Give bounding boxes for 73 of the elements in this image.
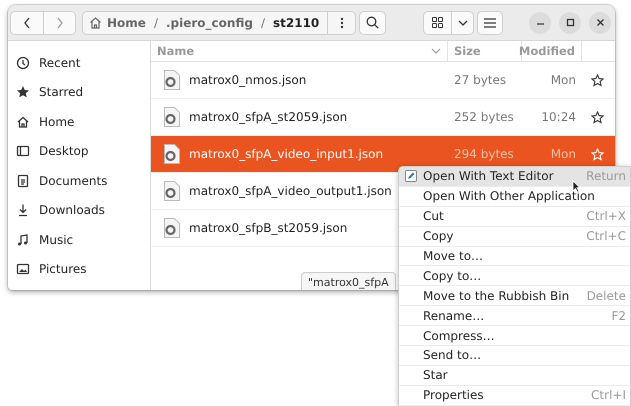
shortcut-label: Ctrl+I <box>591 388 626 402</box>
menu-item[interactable]: Compress… <box>399 326 630 346</box>
file-size: 27 bytes <box>454 73 506 87</box>
sidebar-item[interactable]: Home <box>8 107 150 136</box>
clock-icon <box>16 56 30 70</box>
shortcut-label: F2 <box>611 308 626 323</box>
file-modified: Mon <box>550 147 576 161</box>
picture-icon <box>16 262 30 276</box>
chevron-left-icon <box>23 16 31 28</box>
menu-item[interactable]: Open With Text Editor Return <box>399 167 630 187</box>
star-icon[interactable] <box>590 74 604 86</box>
grid-icon <box>432 17 443 28</box>
download-icon <box>16 203 30 218</box>
search-icon <box>366 16 379 29</box>
file-name: matrox0_nmos.json <box>189 73 306 87</box>
file-size: 294 bytes <box>454 147 514 161</box>
star-icon <box>16 85 30 100</box>
home-icon <box>89 16 102 29</box>
file-name: matrox0_sfpA_video_output1.json <box>189 184 392 198</box>
sidebar-item[interactable]: Recent <box>8 48 150 78</box>
menu-item[interactable]: Properties Ctrl+I <box>399 386 630 406</box>
grid-view-button[interactable] <box>423 10 452 34</box>
sidebar-item[interactable]: Desktop <box>8 136 150 166</box>
file-name: matrox0_sfpA_video_input1.json <box>189 147 384 161</box>
maximize-icon <box>566 18 574 27</box>
text-editor-icon <box>405 170 417 182</box>
file-row[interactable]: matrox0_nmos.json 27 bytes Mon <box>151 62 615 99</box>
menu-item[interactable]: Rename… F2 <box>399 306 630 326</box>
file-name: matrox0_sfpB_st2059.json <box>189 221 348 235</box>
file-icon <box>163 106 181 128</box>
path-separator: / <box>154 16 158 30</box>
maximize-button[interactable] <box>559 12 581 34</box>
menu-icon <box>484 18 496 28</box>
file-modified: Mon <box>550 73 576 87</box>
file-modified: 10:24 <box>541 110 576 124</box>
menu-item[interactable]: Send to… <box>399 346 630 366</box>
menu-item[interactable]: Copy Ctrl+C <box>399 226 630 247</box>
file-name: matrox0_sfpA_st2059.json <box>189 110 348 124</box>
sidebar-item[interactable]: Music <box>8 225 150 254</box>
home-icon <box>16 114 30 129</box>
menu-item[interactable]: Move to… <box>399 246 630 266</box>
path-segment[interactable]: Home <box>89 16 146 30</box>
chevron-right-icon <box>56 16 64 28</box>
file-icon <box>163 69 181 91</box>
file-icon <box>163 180 181 202</box>
path-separator: / <box>260 16 265 30</box>
shortcut-label: Delete <box>586 288 626 303</box>
sidebar-item[interactable]: Documents <box>8 166 150 196</box>
star-icon[interactable] <box>590 110 604 124</box>
kebab-icon <box>340 16 344 28</box>
desktop-icon <box>16 144 30 158</box>
close-button[interactable] <box>589 12 611 34</box>
menu-item[interactable]: Copy to… <box>399 266 630 286</box>
menu-button[interactable] <box>477 10 503 34</box>
menu-item[interactable]: Move to the Rubbish Bin Delete <box>399 286 630 306</box>
sidebar-item[interactable]: Downloads <box>8 196 150 225</box>
file-icon <box>163 217 181 239</box>
menu-item[interactable]: Star <box>399 366 630 386</box>
path-segment[interactable]: .piero_config <box>166 16 253 30</box>
close-icon <box>596 18 604 27</box>
music-icon <box>16 232 30 247</box>
file-icon <box>163 143 181 165</box>
caret-icon <box>458 20 468 26</box>
sort-caret-icon <box>431 48 441 54</box>
search-button[interactable] <box>359 10 386 34</box>
file-size: 252 bytes <box>454 110 514 124</box>
status-popup: "matrox0_sfpA <box>301 272 396 290</box>
menu-item[interactable]: Cut Ctrl+X <box>399 206 630 227</box>
view-options-button[interactable] <box>452 10 474 34</box>
sidebar-item[interactable]: Starred <box>8 78 150 107</box>
sidebar-item[interactable]: Pictures <box>8 254 150 284</box>
path-segment[interactable]: st2110 <box>272 16 320 30</box>
document-icon <box>16 174 30 188</box>
